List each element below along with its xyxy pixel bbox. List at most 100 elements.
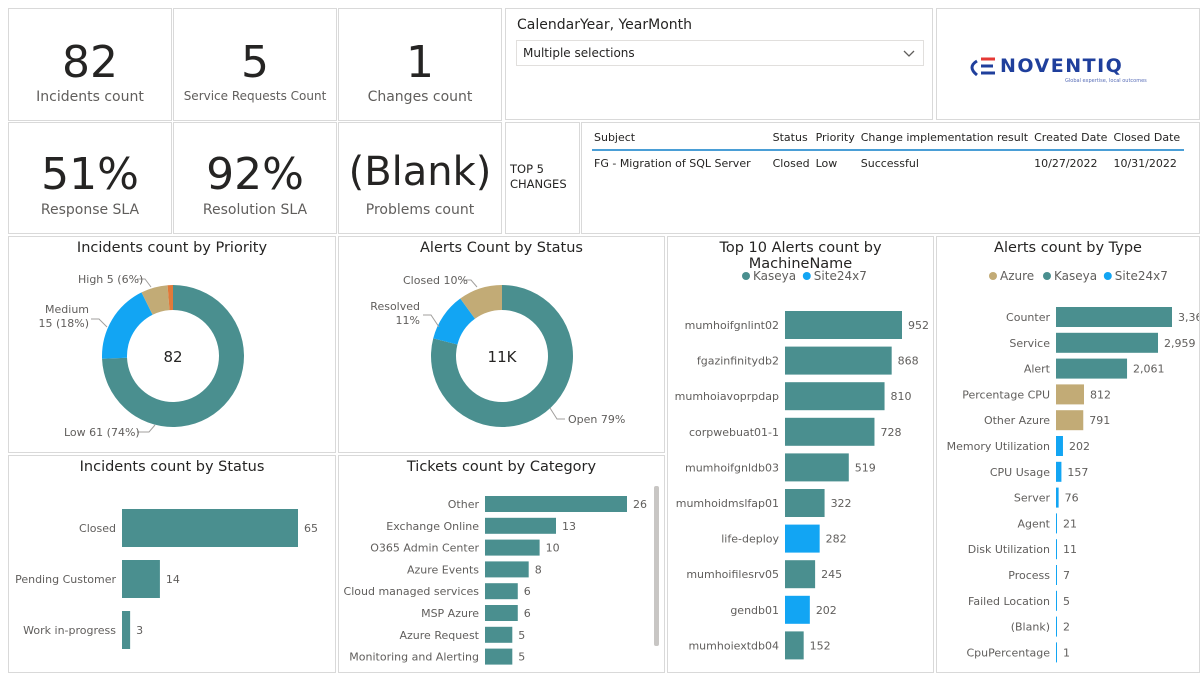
bar[interactable] [1056,616,1057,637]
column-header-created[interactable]: Created Date [1032,129,1112,151]
category-label: mumhoidmslfap01 [676,497,779,510]
vertical-scrollbar[interactable] [654,486,659,646]
table-row[interactable]: FG - Migration of SQL Server Closed Low … [592,150,1184,172]
alerts-status-donut: 11K Open 79% Resolved11% Closed 10% [370,274,625,427]
bar[interactable] [485,539,540,556]
bar[interactable] [1056,513,1057,534]
bar[interactable] [1056,539,1057,560]
data-label: Low 61 (74%) [64,426,140,439]
legend-label[interactable]: Site24x7 [1115,269,1168,283]
bar[interactable] [1056,565,1057,585]
slicer-selected-value: Multiple selections [523,46,635,60]
bar[interactable] [1056,332,1159,353]
bar[interactable] [785,382,885,411]
kpi-service-requests-label: Service Requests Count [183,89,327,103]
incidents-by-priority-chart: Incidents count by Priority 82 Low 61 (74… [8,236,336,453]
category-label: mumhoifgnldb03 [685,461,779,474]
top-changes-label-tile: TOP 5 CHANGES [505,122,580,234]
value-label: 202 [1069,440,1090,453]
legend-marker[interactable] [1103,272,1112,280]
legend-marker[interactable] [989,272,997,280]
column-header-closed[interactable]: Closed Date [1111,129,1185,151]
data-label: High 5 (6%) [78,273,143,286]
column-header-result[interactable]: Change implementation result [858,129,1033,151]
value-label: 152 [810,639,831,652]
cell-closed: 10/31/2022 [1113,157,1177,170]
value-label: 14 [166,573,180,586]
bar[interactable] [485,626,513,643]
value-label: 791 [1089,414,1110,427]
bar[interactable] [485,648,513,665]
chevron-down-icon[interactable] [901,45,917,61]
leader-line [91,318,108,328]
date-slicer: CalendarYear, YearMonth Multiple selecti… [505,8,933,120]
bar[interactable] [785,595,810,624]
bar[interactable] [785,346,892,375]
category-bar-chart: Other 26 Exchange Online 13 O365 Admin Cente… [344,496,647,665]
category-label: Azure Events [407,563,479,576]
kpi-response-sla-card[interactable]: 51% Response SLA [8,122,172,234]
bar[interactable] [1056,642,1057,663]
value-label: 26 [633,498,647,511]
bar[interactable] [122,509,298,547]
leader-line [137,424,156,433]
priority-donut: 82 Low 61 (74%) Medium15 (18%) High 5 (6%) [38,273,245,439]
column-header-subject[interactable]: Subject [592,129,771,151]
bar[interactable] [1056,307,1172,327]
data-label: 15 (18%) [38,317,89,330]
kpi-resolution-sla-value: 92% [206,149,304,200]
bar[interactable] [485,605,518,621]
kpi-service-requests-value: 5 [241,37,269,88]
legend-label[interactable]: Kaseya [1054,269,1097,283]
bar[interactable] [485,561,529,578]
category-label: Disk Utilization [968,543,1050,556]
kpi-incidents-card[interactable]: 82 Incidents count [8,8,172,121]
bar[interactable] [485,517,556,534]
chart-title: Tickets count by Category [406,459,597,475]
bar[interactable] [785,560,816,589]
cell-result: Successful [860,157,919,170]
slicer-dropdown[interactable]: Multiple selections [516,40,924,66]
kpi-resolution-sla-card[interactable]: 92% Resolution SLA [173,122,337,234]
alerts-by-status-chart: Alerts Count by Status 11K Open 79% Resolv… [338,236,665,453]
data-label: Medium [45,303,89,316]
bar[interactable] [1056,487,1059,508]
donut-slice-medium[interactable] [102,292,153,359]
data-label: Resolved [370,300,420,313]
legend-label[interactable]: Azure [1000,269,1034,283]
bar[interactable] [785,489,825,517]
bar[interactable] [785,417,875,446]
bar[interactable] [485,583,518,600]
bar[interactable] [1056,410,1084,431]
category-label: Other [448,498,480,511]
incidents-by-status-chart: Incidents count by Status Closed 65 Pendin… [8,455,336,673]
category-label: mumhoiavoprpdap [675,390,779,403]
category-label: Percentage CPU [962,388,1050,401]
bar[interactable] [122,611,131,649]
column-header-priority[interactable]: Priority [813,129,859,151]
value-label: 952 [908,319,929,332]
category-label: CpuPercentage [966,646,1050,659]
bar[interactable] [785,311,902,339]
bar[interactable] [785,453,849,482]
top-changes-table: Subject Status Priority Change implement… [592,129,1185,172]
bar[interactable] [485,496,627,512]
bar[interactable] [122,560,160,598]
bar[interactable] [1056,358,1128,379]
value-label: 7 [1063,569,1070,582]
kpi-service-requests-card[interactable]: 5 Service Requests Count [173,8,337,121]
bar[interactable] [785,631,804,660]
legend-marker[interactable] [742,272,750,280]
value-label: 21 [1063,517,1077,530]
legend-marker[interactable] [802,272,811,280]
bar[interactable] [1056,461,1062,482]
tickets-by-category-chart: Tickets count by Category Other 26 Exchang… [338,455,665,673]
bar[interactable] [1056,590,1057,611]
bar[interactable] [1056,384,1084,405]
bar[interactable] [1056,436,1063,456]
kpi-changes-card[interactable]: 1 Changes count [338,8,502,121]
column-header-status[interactable]: Status [770,129,814,151]
kpi-problems-card[interactable]: (Blank) Problems count [338,122,502,234]
legend-marker[interactable] [1043,272,1051,280]
bar[interactable] [785,524,820,553]
